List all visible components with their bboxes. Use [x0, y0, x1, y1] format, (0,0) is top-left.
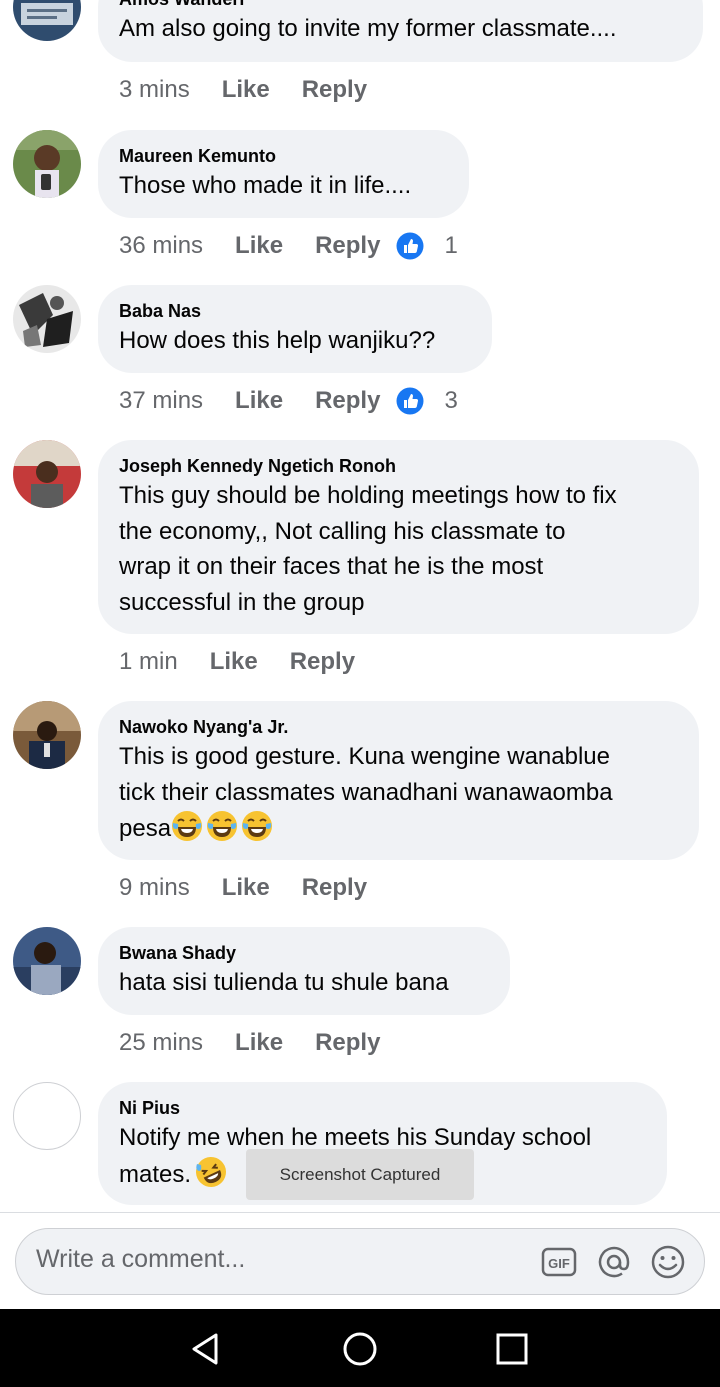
comment-text-fragment: pesa: [119, 815, 172, 842]
comment-author[interactable]: Ni Pius: [119, 1096, 646, 1120]
avatar[interactable]: [13, 440, 81, 508]
comment-time[interactable]: 37 mins: [119, 387, 203, 415]
comment-actions: 9 mins Like Reply: [119, 870, 367, 906]
comment-time[interactable]: 25 mins: [119, 1029, 203, 1057]
comment-text: This guy should be holding meetings how …: [119, 478, 678, 620]
avatar[interactable]: [13, 701, 81, 769]
home-icon[interactable]: [340, 1329, 380, 1369]
comment-bubble: Bwana Shady hata sisi tulienda tu shule …: [98, 927, 510, 1015]
avatar[interactable]: [13, 1082, 81, 1150]
reply-button[interactable]: Reply: [302, 874, 367, 902]
reaction-summary[interactable]: 3: [396, 387, 458, 415]
emoji-icon[interactable]: [649, 1243, 687, 1281]
like-button[interactable]: Like: [210, 648, 258, 676]
reaction-count: 3: [444, 387, 458, 414]
comment-actions: 25 mins Like Reply: [119, 1025, 380, 1061]
comment-text: hata sisi tulienda tu shule bana: [119, 969, 449, 996]
reply-button[interactable]: Reply: [315, 232, 380, 260]
mention-icon[interactable]: [595, 1243, 633, 1281]
comment-author[interactable]: Nawoko Nyang'a Jr.: [119, 715, 678, 739]
avatar[interactable]: [13, 285, 81, 353]
avatar[interactable]: [13, 927, 81, 995]
comment-bubble: Amos Wanderi Am also going to invite my …: [98, 0, 703, 62]
comment-feed: Amos Wanderi Am also going to invite my …: [0, 0, 720, 1212]
like-button[interactable]: Like: [235, 387, 283, 415]
comment-text: Those who made it in life....: [119, 172, 412, 199]
comment-text-line: This guy should be holding meetings how …: [119, 482, 617, 509]
avatar[interactable]: [13, 130, 81, 198]
like-button[interactable]: Like: [235, 232, 283, 260]
avatar[interactable]: [13, 0, 81, 41]
comment-bubble: Maureen Kemunto Those who made it in lif…: [98, 130, 469, 218]
comment-text: Am also going to invite my former classm…: [119, 15, 617, 42]
reply-button[interactable]: Reply: [302, 76, 367, 104]
comment-time[interactable]: 36 mins: [119, 232, 203, 260]
screenshot-toast: Screenshot Captured: [246, 1149, 474, 1200]
comment-time[interactable]: 1 min: [119, 648, 178, 676]
comment-text-line: the economy,, Not calling his classmate …: [119, 517, 566, 545]
comment-actions: 36 mins Like Reply 1: [119, 228, 458, 264]
comment-actions: 37 mins Like Reply 3: [119, 383, 458, 419]
comment-input[interactable]: Write a comment... GIF: [15, 1228, 705, 1295]
recents-icon[interactable]: [492, 1329, 532, 1369]
comment-text-line: This is good gesture. Kuna wengine wanab…: [119, 743, 610, 770]
comment-actions: 3 mins Like Reply: [119, 72, 367, 108]
like-button[interactable]: Like: [222, 76, 270, 104]
comment-bubble: Baba Nas How does this help wanjiku??: [98, 285, 492, 373]
like-reaction-icon: [396, 232, 424, 260]
comment-bubble: Nawoko Nyang'a Jr. This is good gesture.…: [98, 701, 699, 860]
laughing-tears-emoji-icon: [242, 811, 273, 841]
comment-author[interactable]: Amos Wanderi: [119, 0, 682, 11]
comment-text: How does this help wanjiku??: [119, 327, 436, 354]
gif-icon[interactable]: GIF: [540, 1243, 578, 1281]
system-navigation-bar: [0, 1309, 720, 1387]
laughing-tears-emoji-icon: [172, 811, 203, 841]
comment-input-placeholder: Write a comment...: [36, 1245, 246, 1273]
back-icon[interactable]: [186, 1329, 226, 1369]
comment-composer-bar: Write a comment... GIF: [0, 1212, 720, 1308]
like-reaction-icon: [396, 387, 424, 415]
reaction-summary[interactable]: 1: [396, 232, 458, 260]
comment-text-line: wrap it on their faces that he is the mo…: [119, 553, 544, 580]
like-button[interactable]: Like: [235, 1029, 283, 1057]
reply-button[interactable]: Reply: [315, 387, 380, 415]
comment-author[interactable]: Joseph Kennedy Ngetich Ronoh: [119, 454, 678, 478]
comment-actions: 1 min Like Reply: [119, 644, 355, 680]
comment-text-line: tick their classmates wanadhani wanawaom…: [119, 778, 613, 806]
rolling-laughing-emoji-icon: [196, 1156, 227, 1187]
comment-text: This is good gesture. Kuna wengine wanab…: [119, 739, 678, 847]
comment-text-line: successful in the group: [119, 588, 365, 616]
svg-text:GIF: GIF: [548, 1256, 570, 1271]
reply-button[interactable]: Reply: [290, 648, 355, 676]
comment-author[interactable]: Maureen Kemunto: [119, 144, 448, 168]
reaction-count: 1: [444, 232, 458, 259]
comment-time[interactable]: 3 mins: [119, 76, 190, 104]
like-button[interactable]: Like: [222, 874, 270, 902]
comment-time[interactable]: 9 mins: [119, 874, 190, 902]
comment-text-line: pesa: [119, 810, 678, 847]
comment-author[interactable]: Bwana Shady: [119, 941, 489, 965]
laughing-tears-emoji-icon: [207, 811, 238, 841]
comment-text-fragment: mates.: [119, 1160, 192, 1188]
comment-bubble: Joseph Kennedy Ngetich Ronoh This guy sh…: [98, 440, 699, 634]
reply-button[interactable]: Reply: [315, 1029, 380, 1057]
comment-author[interactable]: Baba Nas: [119, 299, 471, 323]
